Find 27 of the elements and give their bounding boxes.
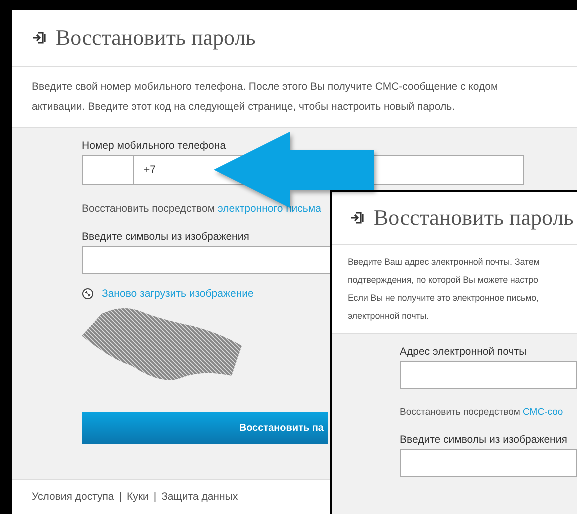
email-field[interactable] xyxy=(400,361,577,389)
instruction-text: Введите свой номер мобильного телефона. После этого Вы получите СМС-сообщение с кодом активации. Введите этот код на следующей странице, чтобы настроить новый пароль. xyxy=(31,80,500,115)
login-icon xyxy=(350,211,366,225)
instruction-line: электронной почты. xyxy=(348,310,430,323)
captcha-field[interactable] xyxy=(82,246,332,274)
separator-text: | xyxy=(119,491,122,503)
field-label: Введите символы из изображения xyxy=(400,434,568,446)
field-label: Введите символы из изображения xyxy=(82,231,250,243)
footer-link[interactable]: Условия доступа xyxy=(32,491,114,503)
page-title: Восстановить пароль xyxy=(56,25,256,51)
reload-icon xyxy=(82,288,94,300)
submit-button[interactable]: Восстановить па xyxy=(82,412,328,444)
captcha-field[interactable] xyxy=(400,449,577,477)
field-label: Адрес электронной почты xyxy=(400,346,528,358)
sms-link[interactable]: СМС-соо xyxy=(523,407,564,418)
instruction-line: Введите Ваш адрес электронной почты. Затем xyxy=(348,256,541,269)
field-label: Номер мобильного телефона xyxy=(82,140,228,152)
separator-text: | xyxy=(154,491,157,503)
login-icon xyxy=(32,31,48,45)
alternative-text: Восстановить посредством СМС-соо xyxy=(400,407,564,418)
instruction-line: подтверждения, по которой Вы можете настро xyxy=(348,274,540,287)
footer-link[interactable]: Куки xyxy=(127,491,149,503)
reload-link[interactable]: Заново загрузить изображение xyxy=(102,288,254,300)
footer-link[interactable]: Защита данных xyxy=(162,491,238,503)
instruction-line: Если Вы не получите это электронное письмо, xyxy=(348,292,540,305)
email-link[interactable]: электронного письма xyxy=(218,203,322,215)
page-title: Восстановить пароль xyxy=(374,205,574,231)
